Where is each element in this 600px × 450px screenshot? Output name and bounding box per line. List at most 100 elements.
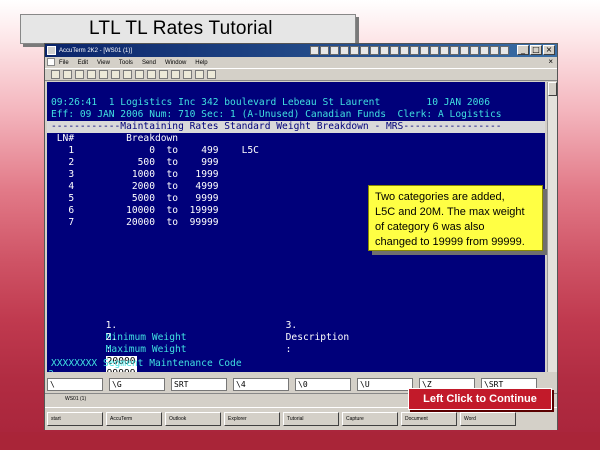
row-from-weight: 10000 xyxy=(97,205,155,216)
menu-window[interactable]: Window xyxy=(165,60,186,66)
cut-icon[interactable] xyxy=(99,70,108,79)
row-to-word: to xyxy=(154,169,184,180)
save-icon[interactable] xyxy=(75,70,84,79)
toolbar-icon[interactable] xyxy=(370,46,379,55)
new-icon[interactable] xyxy=(51,70,60,79)
toolbar-icon[interactable] xyxy=(330,46,339,55)
menu-send[interactable]: Send xyxy=(142,60,156,66)
function-key[interactable]: \U xyxy=(357,378,413,391)
minimize-button[interactable]: _ xyxy=(517,45,529,55)
toolbar-icon[interactable] xyxy=(490,46,499,55)
slide-footer-bar xyxy=(0,432,600,450)
function-key[interactable]: \0 xyxy=(295,378,351,391)
breakdown-row: 4 2000 to 4999 xyxy=(51,181,218,193)
breakdown-row: 7 20000 to 99999 xyxy=(51,217,218,229)
status-text: WS01 (1) xyxy=(65,396,87,402)
toolbar-icon[interactable] xyxy=(500,46,509,55)
max-weight-label: Maximum Weight xyxy=(105,344,187,355)
toolbar-icon[interactable] xyxy=(310,46,319,55)
scrollbar-thumb[interactable] xyxy=(548,82,557,96)
toolbar-icon[interactable] xyxy=(380,46,389,55)
input-prompt[interactable]: ? xyxy=(48,369,54,372)
capture-icon[interactable] xyxy=(171,70,180,79)
taskbar-start-button[interactable]: start xyxy=(47,412,103,426)
menu-edit[interactable]: Edit xyxy=(78,60,88,66)
help-icon[interactable] xyxy=(207,70,216,79)
toolbar-icon[interactable] xyxy=(470,46,479,55)
row-to-word: to xyxy=(154,217,184,228)
function-key[interactable]: SRT xyxy=(171,378,227,391)
function-key[interactable]: \4 xyxy=(233,378,289,391)
header-line: 09:26:41 1 Logistics Inc 342 boulevard L… xyxy=(51,97,490,108)
row-to-word: to xyxy=(154,205,184,216)
row-line-number: 7 xyxy=(51,217,98,228)
window-titlebar[interactable]: AccuTerm 2K2 - [WS01 (1)] _ □ × xyxy=(45,44,557,57)
row-to-weight: 9999 xyxy=(183,193,219,204)
menu-view[interactable]: View xyxy=(97,60,110,66)
row-line-number: 2 xyxy=(51,157,98,168)
breakdown-row: 1 0 to 499 L5C xyxy=(51,145,259,157)
row-from-weight: 1000 xyxy=(97,169,155,180)
main-toolbar xyxy=(45,68,557,81)
taskbar-item[interactable]: Tutorial xyxy=(283,412,339,426)
toolbar-icon[interactable] xyxy=(360,46,369,55)
taskbar-item[interactable]: Outlook xyxy=(165,412,221,426)
print-icon[interactable] xyxy=(87,70,96,79)
toolbar-icon[interactable] xyxy=(410,46,419,55)
taskbar-item[interactable]: Document xyxy=(401,412,457,426)
screen-subtitle: ------------Maintaining Rates Standard W… xyxy=(51,121,502,132)
toolbar-icon[interactable] xyxy=(440,46,449,55)
close-button[interactable]: × xyxy=(543,45,555,55)
toolbar-icon[interactable] xyxy=(350,46,359,55)
row-line-number: 1 xyxy=(51,145,98,156)
toolbar-icon[interactable] xyxy=(390,46,399,55)
row-category-code: L5C xyxy=(218,145,259,156)
paste-icon[interactable] xyxy=(123,70,132,79)
mdi-close-button[interactable]: × xyxy=(548,57,553,66)
toolbar-icon[interactable] xyxy=(480,46,489,55)
column-header: LN# Breakdown xyxy=(51,133,179,144)
disconnect-icon[interactable] xyxy=(147,70,156,79)
taskbar-item[interactable]: Capture xyxy=(342,412,398,426)
function-key[interactable]: \ xyxy=(47,378,103,391)
app-icon xyxy=(47,46,56,55)
vertical-scrollbar[interactable] xyxy=(547,82,557,372)
callout-line: changed to 19999 from 99999. xyxy=(375,236,525,248)
row-to-word: to xyxy=(154,145,184,156)
row-line-number: 4 xyxy=(51,181,98,192)
keyboard-icon[interactable] xyxy=(195,70,204,79)
maximize-button[interactable]: □ xyxy=(530,45,542,55)
settings-icon[interactable] xyxy=(159,70,168,79)
callout-line: of category 6 was also xyxy=(375,221,485,233)
toolbar-icon[interactable] xyxy=(400,46,409,55)
toolbar-icon[interactable] xyxy=(340,46,349,55)
toolbar-icon[interactable] xyxy=(320,46,329,55)
taskbar-item[interactable]: Word xyxy=(460,412,516,426)
toolbar-icon[interactable] xyxy=(450,46,459,55)
taskbar-item[interactable]: Explorer xyxy=(224,412,280,426)
menu-file[interactable]: File xyxy=(59,60,69,66)
menu-help[interactable]: Help xyxy=(195,60,207,66)
toolbar-icon[interactable] xyxy=(430,46,439,55)
menu-tools[interactable]: Tools xyxy=(119,60,133,66)
row-from-weight: 2000 xyxy=(97,181,155,192)
continue-button[interactable]: Left Click to Continue xyxy=(408,388,552,410)
row-line-number: 3 xyxy=(51,169,98,180)
row-to-word: to xyxy=(154,157,184,168)
toolbar-icon[interactable] xyxy=(460,46,469,55)
segment-maintenance-line: XXXXXXXX Segment Maintenance Code xyxy=(51,358,242,369)
open-icon[interactable] xyxy=(63,70,72,79)
breakdown-row: 5 5000 to 9999 xyxy=(51,193,219,205)
description-label: Description xyxy=(285,332,350,343)
eff-line: Eff: 09 JAN 2006 Num: 710 Sec: 1 (A-Unus… xyxy=(51,109,502,120)
copy-icon[interactable] xyxy=(111,70,120,79)
title-toolbar xyxy=(310,46,509,55)
document-icon xyxy=(47,58,55,66)
row-from-weight: 5000 xyxy=(97,193,155,204)
connect-icon[interactable] xyxy=(135,70,144,79)
transfer-icon[interactable] xyxy=(183,70,192,79)
toolbar-icon[interactable] xyxy=(420,46,429,55)
description-sep[interactable]: : xyxy=(286,344,292,355)
taskbar-item[interactable]: AccuTerm xyxy=(106,412,162,426)
function-key[interactable]: \G xyxy=(109,378,165,391)
